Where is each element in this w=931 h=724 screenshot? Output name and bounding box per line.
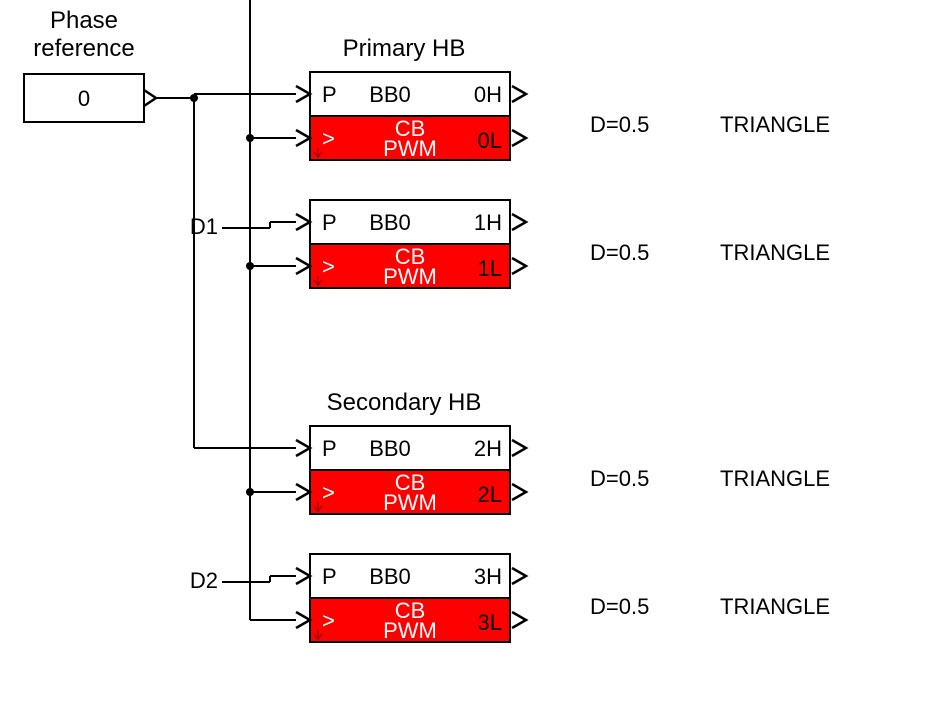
note-d-1: D=0.5 <box>590 240 649 265</box>
phase-ref-outport <box>144 90 156 106</box>
cbpwm-block-3[interactable]: P BB0 3H > CB PWM 3L <box>296 554 526 643</box>
pwm-label: PWM <box>383 490 437 515</box>
gt-label: > <box>322 608 335 633</box>
bb-label: BB0 <box>369 564 411 589</box>
diagram-canvas: Phase reference 0 Primary HB Secondary H… <box>0 0 931 724</box>
node <box>246 262 254 270</box>
inport-p <box>296 214 310 230</box>
p-label: P <box>322 210 337 235</box>
outport-l <box>512 484 526 500</box>
lo-label: 0L <box>478 128 502 153</box>
lo-label: 1L <box>478 256 502 281</box>
hi-label: 3H <box>474 564 502 589</box>
gt-label: > <box>322 480 335 505</box>
outport-h <box>512 440 526 456</box>
pwm-label: PWM <box>383 264 437 289</box>
note-w-2: TRIANGLE <box>720 466 830 491</box>
phase-ref-label-line2: reference <box>33 35 134 62</box>
lo-label: 2L <box>478 482 502 507</box>
node <box>190 94 198 102</box>
cbpwm-block-0[interactable]: P BB0 0H > CB PWM 0L <box>296 72 526 161</box>
bb-label: BB0 <box>369 210 411 235</box>
outport-h <box>512 214 526 230</box>
hi-label: 1H <box>474 210 502 235</box>
node <box>246 134 254 142</box>
inport-gt <box>296 130 310 146</box>
outport-h <box>512 86 526 102</box>
hi-label: 2H <box>474 436 502 461</box>
inport-gt <box>296 258 310 274</box>
inport-gt <box>296 484 310 500</box>
hi-label: 0H <box>474 82 502 107</box>
cbpwm-block-1[interactable]: P BB0 1H > CB PWM 1L <box>296 200 526 289</box>
node <box>246 488 254 496</box>
p-label: P <box>322 82 337 107</box>
primary-hb-title: Primary HB <box>343 35 466 62</box>
inport-gt <box>296 612 310 628</box>
note-d-0: D=0.5 <box>590 112 649 137</box>
outport-l <box>512 130 526 146</box>
gt-label: > <box>322 126 335 151</box>
lo-label: 3L <box>478 610 502 635</box>
gt-label: > <box>322 254 335 279</box>
phase-ref-value: 0 <box>78 86 90 111</box>
p-label: P <box>322 564 337 589</box>
note-w-0: TRIANGLE <box>720 112 830 137</box>
phase-ref-label-line1: Phase <box>50 7 118 34</box>
d2-label: D2 <box>190 568 218 593</box>
p-label: P <box>322 436 337 461</box>
bb-label: BB0 <box>369 82 411 107</box>
note-d-2: D=0.5 <box>590 466 649 491</box>
secondary-hb-title: Secondary HB <box>327 389 482 416</box>
outport-l <box>512 258 526 274</box>
note-w-1: TRIANGLE <box>720 240 830 265</box>
inport-p <box>296 86 310 102</box>
inport-p <box>296 440 310 456</box>
outport-l <box>512 612 526 628</box>
pwm-label: PWM <box>383 136 437 161</box>
note-d-3: D=0.5 <box>590 594 649 619</box>
note-w-3: TRIANGLE <box>720 594 830 619</box>
inport-p <box>296 568 310 584</box>
pwm-label: PWM <box>383 618 437 643</box>
outport-h <box>512 568 526 584</box>
cbpwm-block-2[interactable]: P BB0 2H > CB PWM 2L <box>296 426 526 515</box>
bb-label: BB0 <box>369 436 411 461</box>
